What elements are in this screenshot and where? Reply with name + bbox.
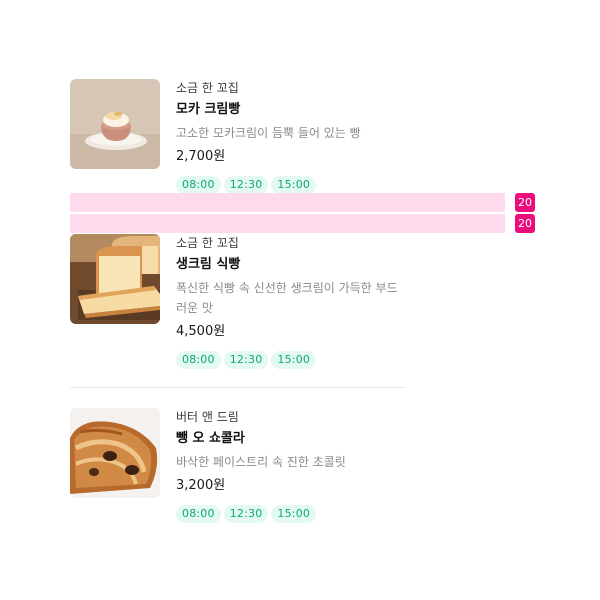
product-description: 폭신한 식빵 속 신선한 생크림이 가득한 부드러운 맛 (176, 281, 398, 315)
product-price: 3,200원 (176, 478, 226, 493)
highlight-bar-separator (404, 212, 505, 213)
product-description: 고소한 모카크림이 듬뿍 들어 있는 빵 (176, 126, 361, 140)
product-info: 버터 앤 드림 뺑 오 쇼콜라 바삭한 페이스트리 속 진한 초콜릿 3,200… (176, 408, 406, 523)
product-name[interactable]: 뺑 오 쇼콜라 (176, 429, 406, 449)
pickup-time-chip[interactable]: 15:00 (271, 351, 317, 369)
product-price: 4,500원 (176, 324, 226, 339)
pickup-time-chips: 08:00 12:30 15:00 (176, 348, 406, 369)
pickup-time-chip[interactable]: 12:30 (223, 505, 269, 523)
highlight-bar (70, 214, 505, 233)
store-name[interactable]: 소금 한 꼬집 (176, 79, 406, 97)
store-name[interactable]: 버터 앤 드림 (176, 408, 406, 426)
count-badge: 20 (515, 193, 535, 212)
mocha-cream-bun-image[interactable] (70, 79, 160, 169)
product-name[interactable]: 생크림 식빵 (176, 255, 406, 275)
pickup-time-chip[interactable]: 08:00 (176, 351, 221, 369)
pickup-time-chip[interactable]: 12:30 (223, 176, 269, 194)
product-info: 소금 한 꼬집 모카 크림빵 고소한 모카크림이 듬뿍 들어 있는 빵 2,70… (176, 79, 406, 194)
pickup-time-chip[interactable]: 15:00 (271, 505, 317, 523)
product-price: 2,700원 (176, 149, 226, 164)
pickup-time-chips: 08:00 12:30 15:00 (176, 502, 406, 523)
cream-bread-loaf-image[interactable] (70, 234, 160, 324)
product-info: 소금 한 꼬집 생크림 식빵 폭신한 식빵 속 신선한 생크림이 가득한 부드러… (176, 234, 406, 369)
pickup-time-chip[interactable]: 08:00 (176, 176, 221, 194)
pickup-time-chip[interactable]: 08:00 (176, 505, 221, 523)
product-list-page: 소금 한 꼬집 모카 크림빵 고소한 모카크림이 듬뿍 들어 있는 빵 2,70… (0, 0, 600, 600)
count-badge: 20 (515, 214, 535, 233)
pickup-time-chip[interactable]: 12:30 (223, 351, 269, 369)
list-divider (70, 387, 406, 388)
product-name[interactable]: 모카 크림빵 (176, 100, 406, 120)
store-name[interactable]: 소금 한 꼬집 (176, 234, 406, 252)
highlight-bar (70, 193, 505, 212)
pickup-time-chip[interactable]: 15:00 (271, 176, 317, 194)
product-description: 바삭한 페이스트리 속 진한 초콜릿 (176, 455, 346, 469)
pickup-time-chips: 08:00 12:30 15:00 (176, 173, 406, 194)
pain-au-chocolat-image[interactable] (70, 408, 160, 498)
